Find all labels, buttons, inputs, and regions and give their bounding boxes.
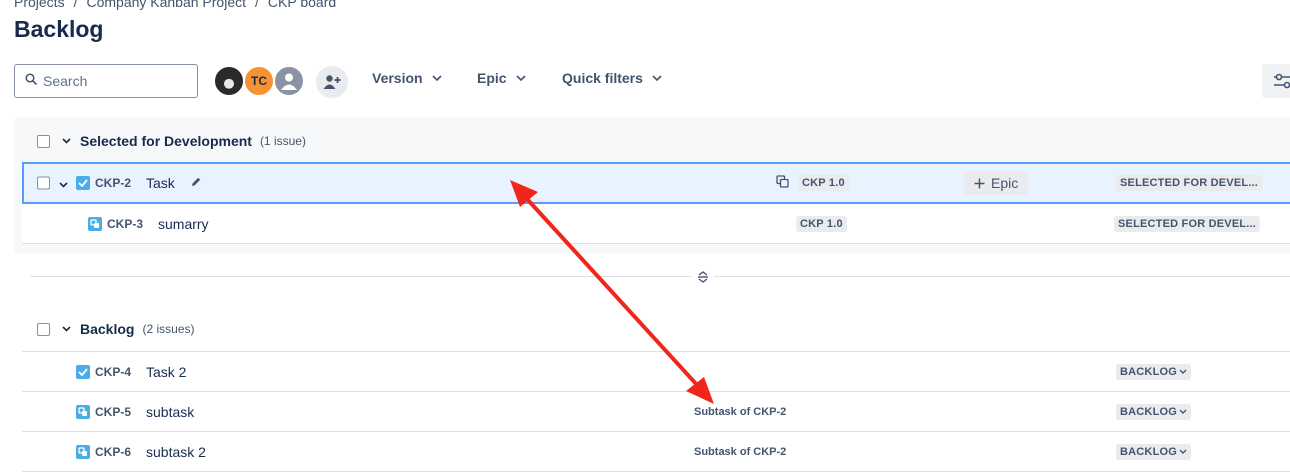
task-type-icon [76, 364, 90, 379]
issue-summary[interactable]: subtask 2 [146, 444, 206, 460]
chevron-down-icon[interactable] [59, 175, 68, 191]
chevron-down-icon [1179, 409, 1187, 414]
search-icon [25, 72, 37, 90]
sprint-header: Selected for Development (1 issue) [37, 133, 306, 149]
backlog-header: Backlog (2 issues) [37, 321, 194, 337]
avatar[interactable] [213, 65, 245, 97]
table-row[interactable]: CKP-6 subtask 2 Subtask of CKP-2 BACKLOG [22, 432, 1290, 472]
table-row[interactable]: CKP-3 sumarry CKP 1.0 SELECTED FOR DEVEL… [22, 204, 1290, 244]
subtask-type-icon [76, 444, 90, 459]
status-dropdown[interactable]: BACKLOG [1116, 443, 1192, 460]
section-divider [30, 276, 1290, 277]
add-epic-label: Epic [991, 175, 1019, 191]
quick-filters-label: Quick filters [562, 70, 643, 86]
breadcrumb-project[interactable]: Company Kanban Project [86, 0, 246, 10]
fix-version-lozenge[interactable]: CKP 1.0 [798, 175, 849, 191]
subtask-type-icon [88, 216, 102, 231]
sprint-issue-count: (1 issue) [259, 134, 306, 148]
add-people-button[interactable] [316, 66, 348, 98]
avatar[interactable]: TC [243, 65, 275, 97]
page-title: Backlog [14, 16, 104, 42]
status-dropdown[interactable]: BACKLOG [1116, 403, 1192, 420]
search-input[interactable] [43, 73, 183, 89]
status-dropdown[interactable]: BACKLOG [1116, 363, 1192, 380]
backlog-select-checkbox[interactable] [37, 322, 50, 336]
status-badge[interactable]: SELECTED FOR DEVEL... [1114, 215, 1261, 232]
parent-issue-link[interactable]: Subtask of CKP-2 [694, 406, 786, 418]
chevron-down-icon [652, 75, 662, 81]
table-row[interactable]: CKP-2 Task CKP 1.0 Epic SELECTED FOR DEV… [22, 162, 1290, 204]
chevron-down-icon [1179, 369, 1187, 374]
issue-key[interactable]: CKP-5 [95, 405, 131, 419]
chevron-down-icon [1179, 449, 1187, 454]
child-issues-icon[interactable] [776, 175, 789, 191]
add-epic-button[interactable]: Epic [964, 171, 1029, 195]
status-label: BACKLOG [1120, 445, 1178, 458]
chevron-down-icon[interactable] [60, 326, 72, 332]
breadcrumb-board[interactable]: CKP board [268, 0, 336, 10]
backlog-name[interactable]: Backlog [80, 321, 134, 337]
issue-summary[interactable]: Task [146, 175, 175, 191]
resize-handle-icon[interactable] [692, 267, 714, 287]
chevron-down-icon [516, 75, 526, 81]
breadcrumb-separator: / [255, 0, 259, 10]
row-checkbox[interactable] [37, 176, 50, 190]
backlog-issue-count: (2 issues) [142, 322, 195, 336]
sprint-name[interactable]: Selected for Development [80, 133, 252, 149]
view-settings-button[interactable] [1262, 64, 1290, 98]
table-row[interactable]: CKP-4 Task 2 BACKLOG [22, 352, 1290, 392]
parent-issue-link[interactable]: Subtask of CKP-2 [694, 446, 786, 458]
pencil-icon[interactable] [190, 175, 202, 191]
search-box[interactable] [14, 64, 198, 98]
epic-filter-label: Epic [477, 70, 507, 86]
user-icon [281, 73, 297, 90]
version-filter-label: Version [372, 70, 423, 86]
breadcrumb-separator: / [73, 0, 78, 10]
epic-filter-button[interactable]: Epic [477, 70, 526, 86]
sprint-select-checkbox[interactable] [37, 134, 50, 148]
issue-key[interactable]: CKP-4 [95, 365, 131, 379]
issue-summary[interactable]: subtask [146, 404, 194, 420]
chevron-down-icon [432, 75, 442, 81]
issue-key[interactable]: CKP-2 [95, 176, 131, 190]
fix-version-lozenge[interactable]: CKP 1.0 [796, 215, 847, 232]
issue-summary[interactable]: Task 2 [146, 364, 186, 380]
chevron-down-icon[interactable] [60, 138, 72, 144]
breadcrumb: Projects / Company Kanban Project / CKP boar… [14, 0, 336, 10]
subtask-type-icon [76, 404, 90, 419]
version-filter-button[interactable]: Version [372, 70, 442, 86]
add-user-icon [323, 75, 341, 89]
table-row[interactable]: CKP-5 subtask Subtask of CKP-2 BACKLOG [22, 392, 1290, 432]
issue-summary[interactable]: sumarry [158, 216, 209, 232]
quick-filters-button[interactable]: Quick filters [562, 70, 662, 86]
task-type-icon [76, 176, 90, 190]
issue-key[interactable]: CKP-3 [107, 217, 143, 231]
status-label: BACKLOG [1120, 365, 1178, 378]
issue-key[interactable]: CKP-6 [95, 445, 131, 459]
status-badge[interactable]: SELECTED FOR DEVEL... [1116, 175, 1263, 191]
breadcrumb-projects[interactable]: Projects [14, 0, 65, 10]
avatar[interactable] [273, 65, 305, 97]
plus-icon [974, 178, 985, 188]
toolbar: TC Version Epic Quick filters [14, 64, 1290, 98]
status-label: BACKLOG [1120, 405, 1178, 418]
sliders-icon [1274, 73, 1290, 89]
